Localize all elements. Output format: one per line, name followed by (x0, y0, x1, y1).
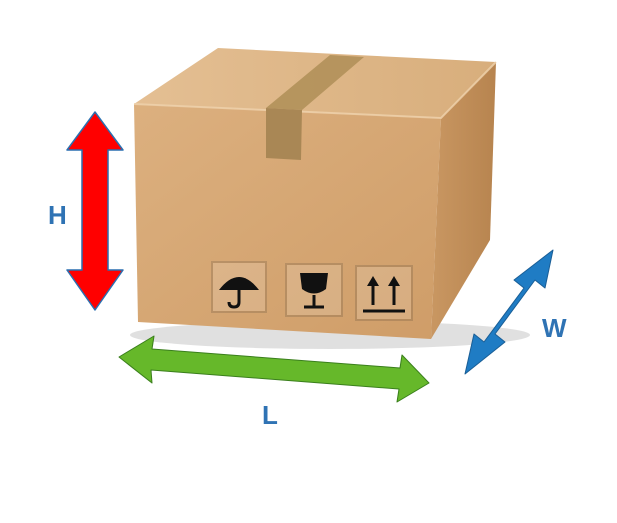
this-way-up-icon (355, 265, 413, 321)
umbrella-icon (211, 261, 267, 313)
box-dimensions-diagram: H L W (48, 48, 567, 430)
width-arrow (464, 249, 554, 375)
width-label: W (542, 313, 567, 343)
length-label: L (262, 400, 278, 430)
tape-front (266, 108, 302, 160)
fragile-glass-icon (285, 263, 343, 317)
height-label: H (48, 200, 67, 230)
handling-icons (211, 261, 413, 321)
height-arrow (66, 111, 124, 311)
